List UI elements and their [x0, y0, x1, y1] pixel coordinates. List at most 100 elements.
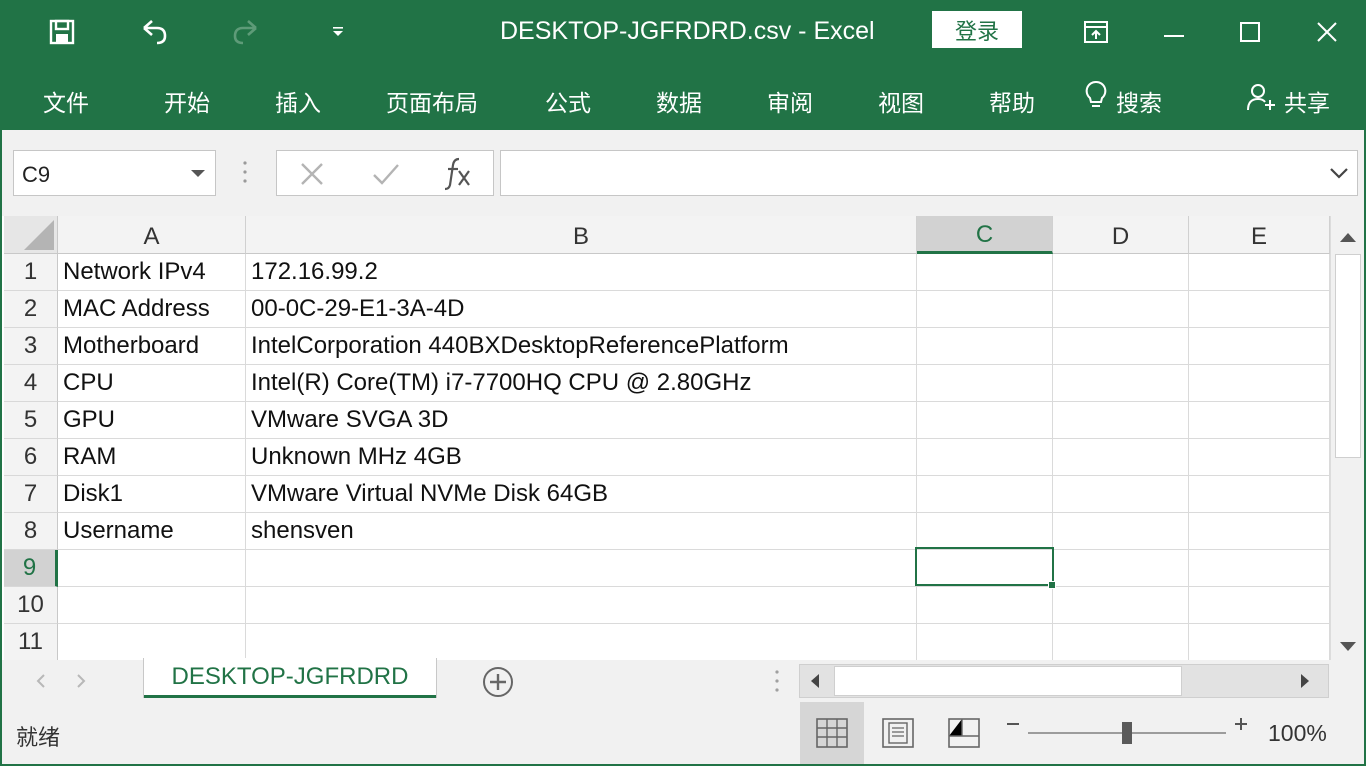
cell-b5[interactable]: VMware SVGA 3D	[246, 402, 917, 439]
lightbulb-icon[interactable]	[1084, 80, 1108, 118]
sheet-tab-active[interactable]: DESKTOP-JGFRDRD	[144, 658, 436, 698]
cell-c7[interactable]	[917, 476, 1053, 513]
share-button[interactable]: 共享	[1284, 84, 1330, 118]
maximize-icon[interactable]	[1230, 12, 1270, 52]
cell-a3[interactable]: Motherboard	[58, 328, 246, 365]
cell-e1[interactable]	[1189, 254, 1330, 291]
zoom-out-icon[interactable]	[1006, 716, 1020, 735]
horizontal-scroll-thumb[interactable]	[834, 666, 1182, 696]
cell-e6[interactable]	[1189, 439, 1330, 476]
row-header[interactable]: 6	[4, 439, 58, 476]
cell-c8[interactable]	[917, 513, 1053, 550]
cell-e7[interactable]	[1189, 476, 1330, 513]
cell-c3[interactable]	[917, 328, 1053, 365]
cell-e2[interactable]	[1189, 291, 1330, 328]
save-icon[interactable]	[44, 14, 80, 50]
scroll-right-icon[interactable]	[1300, 673, 1310, 693]
minimize-icon[interactable]	[1154, 12, 1194, 52]
insert-function-icon[interactable]	[443, 155, 473, 195]
cell-d11[interactable]	[1053, 624, 1189, 660]
row-header[interactable]: 2	[4, 291, 58, 328]
undo-icon[interactable]	[136, 14, 172, 50]
enter-check-icon[interactable]	[371, 161, 401, 191]
column-header-d[interactable]: D	[1053, 216, 1189, 254]
tab-review[interactable]: 审阅	[767, 84, 813, 118]
cell-b8[interactable]: shensven	[246, 513, 917, 550]
cell-d1[interactable]	[1053, 254, 1189, 291]
cell-a8[interactable]: Username	[58, 513, 246, 550]
cell-d3[interactable]	[1053, 328, 1189, 365]
row-header[interactable]: 4	[4, 365, 58, 402]
formula-input[interactable]	[500, 150, 1358, 196]
cell-d4[interactable]	[1053, 365, 1189, 402]
cell-a2[interactable]: MAC Address	[58, 291, 246, 328]
login-button[interactable]: 登录	[932, 11, 1022, 48]
cell-b4[interactable]: Intel(R) Core(TM) i7-7700HQ CPU @ 2.80GH…	[246, 365, 917, 402]
cell-a5[interactable]: GPU	[58, 402, 246, 439]
cell-b2[interactable]: 00-0C-29-E1-3A-4D	[246, 291, 917, 328]
cell-d5[interactable]	[1053, 402, 1189, 439]
expand-formula-icon[interactable]	[1329, 165, 1349, 184]
cell-a6[interactable]: RAM	[58, 439, 246, 476]
row-header[interactable]: 3	[4, 328, 58, 365]
cancel-icon[interactable]	[299, 161, 325, 191]
share-person-icon[interactable]	[1246, 82, 1278, 118]
cell-b10[interactable]	[246, 587, 917, 624]
cell-d6[interactable]	[1053, 439, 1189, 476]
cell-c5[interactable]	[917, 402, 1053, 439]
vertical-scroll-thumb[interactable]	[1335, 254, 1361, 458]
row-header[interactable]: 5	[4, 402, 58, 439]
ribbon-display-icon[interactable]	[1076, 12, 1116, 52]
cell-e8[interactable]	[1189, 513, 1330, 550]
page-break-view-icon[interactable]	[932, 702, 996, 764]
cell-b1[interactable]: 172.16.99.2	[246, 254, 917, 291]
customize-qat-icon[interactable]	[320, 14, 356, 50]
tab-formulas[interactable]: 公式	[545, 84, 591, 118]
cell-a10[interactable]	[58, 587, 246, 624]
drag-handle-icon[interactable]	[242, 160, 248, 186]
row-header[interactable]: 11	[4, 624, 58, 660]
name-box[interactable]: C9	[13, 150, 216, 196]
normal-view-icon[interactable]	[800, 702, 864, 764]
tab-view[interactable]: 视图	[878, 84, 924, 118]
cell-e3[interactable]	[1189, 328, 1330, 365]
cell-d8[interactable]	[1053, 513, 1189, 550]
tab-data[interactable]: 数据	[656, 84, 702, 118]
cell-c6[interactable]	[917, 439, 1053, 476]
tab-file[interactable]: 文件	[43, 84, 89, 118]
add-sheet-icon[interactable]	[482, 666, 514, 702]
cell-a1[interactable]: Network IPv4	[58, 254, 246, 291]
column-header-b[interactable]: B	[246, 216, 917, 254]
cell-a4[interactable]: CPU	[58, 365, 246, 402]
fill-handle[interactable]	[1048, 581, 1056, 589]
cell-c4[interactable]	[917, 365, 1053, 402]
scroll-left-icon[interactable]	[810, 673, 820, 693]
zoom-slider-thumb[interactable]	[1122, 722, 1132, 744]
vertical-scrollbar[interactable]	[1330, 216, 1364, 660]
zoom-percentage[interactable]: 100%	[1268, 720, 1327, 747]
select-all-corner[interactable]	[4, 216, 58, 254]
horizontal-scrollbar[interactable]	[799, 664, 1329, 698]
column-header-a[interactable]: A	[58, 216, 246, 254]
row-header[interactable]: 8	[4, 513, 58, 550]
scroll-up-icon[interactable]	[1339, 228, 1357, 247]
cell-b11[interactable]	[246, 624, 917, 660]
cell-a9[interactable]	[58, 550, 246, 587]
column-header-c[interactable]: C	[917, 216, 1053, 254]
scroll-down-icon[interactable]	[1339, 638, 1357, 657]
cell-e5[interactable]	[1189, 402, 1330, 439]
cell-c11[interactable]	[917, 624, 1053, 660]
row-header[interactable]: 7	[4, 476, 58, 513]
cell-d2[interactable]	[1053, 291, 1189, 328]
cell-c10[interactable]	[917, 587, 1053, 624]
cell-b6[interactable]: Unknown MHz 4GB	[246, 439, 917, 476]
chevron-down-icon[interactable]	[191, 170, 205, 177]
redo-icon[interactable]	[228, 14, 264, 50]
cell-d7[interactable]	[1053, 476, 1189, 513]
cell-b7[interactable]: VMware Virtual NVMe Disk 64GB	[246, 476, 917, 513]
cell-e4[interactable]	[1189, 365, 1330, 402]
cell-c2[interactable]	[917, 291, 1053, 328]
cell-e10[interactable]	[1189, 587, 1330, 624]
row-header[interactable]: 10	[4, 587, 58, 624]
tab-help[interactable]: 帮助	[989, 84, 1035, 118]
